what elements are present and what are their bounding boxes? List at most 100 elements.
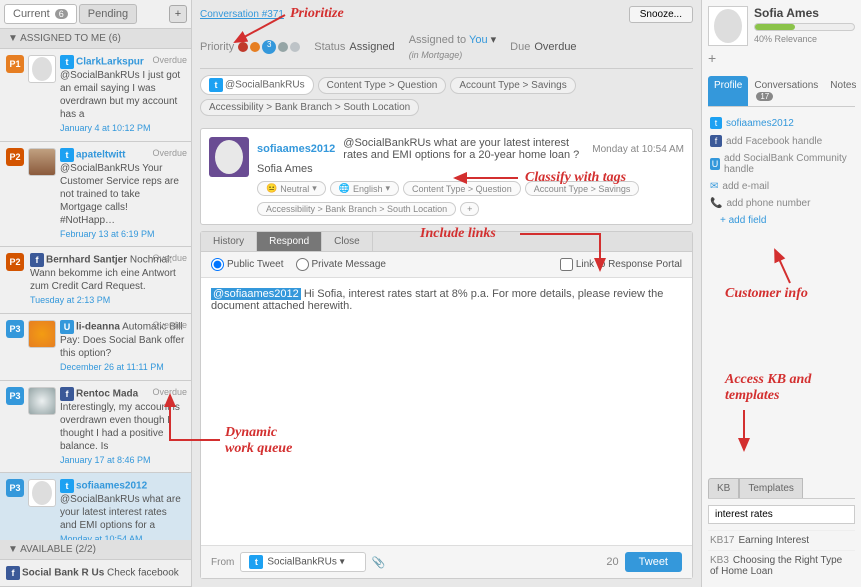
priority-badge: P2 [6,253,24,271]
conversation-body: sofiaames2012 @SocialBankRUs what are yo… [200,128,693,225]
profile-name: Sofia Ames [754,6,855,20]
queue-item[interactable]: P3 fRentoc Mada Interestingly, my accoun… [0,381,191,474]
email-icon: ✉ [710,181,718,192]
queue-item[interactable]: P3 Uli-deanna Automatic Bill Pay: Does S… [0,314,191,381]
facebook-icon: f [30,253,44,267]
twitter-icon: t [710,117,722,129]
response-options: Public Tweet Private Message Link to Res… [201,252,692,278]
avatar [28,55,56,83]
assigned-header: ▼ ASSIGNED TO ME (6) [0,29,191,49]
snooze-button[interactable]: Snooze... [629,6,693,23]
sentiment-pill[interactable]: 😐 Neutral ▾ [257,181,326,196]
avatar [28,320,56,348]
overdue-label: Overdue [152,387,187,397]
overdue-label: Overdue [152,55,187,65]
available-header: ▼ AVAILABLE (2/2) [0,540,191,560]
response-area: History Respond Close Public Tweet Priva… [200,231,693,579]
info-facebook[interactable]: fadd Facebook handle [710,135,853,147]
queue-item[interactable]: P2 fBernhard Santjer Nochmal: Wann bekom… [0,247,191,314]
kb-search-input[interactable] [708,505,855,524]
kb-item[interactable]: KB3Choosing the Right Type of Home Loan [708,550,855,581]
author-handle[interactable]: sofiaames2012 [257,143,335,155]
twitter-icon: t [60,148,74,162]
queue-item[interactable]: P2 tapateltwitt @SocialBankRUs Your Cust… [0,142,191,248]
tab-profile[interactable]: Profile [708,76,748,106]
priority-badge: P3 [6,387,24,405]
info-community[interactable]: Uadd SocialBank Community handle [710,153,853,175]
overdue-label: Overdue [152,148,187,158]
avatar [28,387,56,415]
language-pill[interactable]: 🌐 English ▾ [330,181,399,196]
tag-pill[interactable]: Account Type > Savings [450,77,575,94]
add-tag-button[interactable]: + [460,202,479,216]
tab-current[interactable]: Current 6 [4,4,77,24]
relevance-bar [754,23,855,31]
char-count: 20 [606,556,618,568]
queue-list: P1 tClarkLarkspur @SocialBankRUs I just … [0,49,191,540]
tab-kb[interactable]: KB [708,478,739,498]
tab-history[interactable]: History [201,232,257,251]
overdue-label: Overdue [152,253,187,263]
info-email[interactable]: ✉add e-mail [710,181,853,192]
response-textarea[interactable]: @sofiaames2012 Hi Sofia, interest rates … [201,278,692,545]
kb-item[interactable]: KB17Earning Interest [708,530,855,550]
meta-row: Priority 3 Status Assigned Assigned to Y… [200,29,693,69]
queue-item[interactable]: P1 tClarkLarkspur @SocialBankRUs I just … [0,49,191,142]
add-field[interactable]: + add field [710,215,853,226]
tag-pill[interactable]: Accessibility > Bank Branch > South Loca… [200,99,419,116]
profile-header: Sofia Ames 40% Relevance [708,6,855,46]
priority-badge: P2 [6,148,24,166]
info-twitter[interactable]: tsofiaames2012 [710,117,853,129]
priority-badge: P3 [6,479,24,497]
left-tabs: Current 6 Pending + [0,0,191,29]
tab-conversations[interactable]: Conversations 17 [748,76,824,106]
community-icon: U [60,320,74,334]
tag-pill[interactable]: t@SocialBankRUs [200,75,314,95]
left-panel: Current 6 Pending + ▼ ASSIGNED TO ME (6)… [0,0,192,587]
response-footer: From tSocialBankRUs ▾ 📎 20 Tweet [201,545,692,578]
tab-respond[interactable]: Respond [257,232,322,251]
tab-close[interactable]: Close [322,232,373,251]
community-icon: U [710,158,720,170]
tab-templates[interactable]: Templates [739,478,803,498]
info-phone[interactable]: 📞add phone number [710,198,853,209]
tag-pill[interactable]: Content Type > Question [403,181,521,196]
right-panel: Sofia Ames 40% Relevance + Profile Conve… [701,0,861,587]
info-list: tsofiaames2012 fadd Facebook handle Uadd… [708,111,855,232]
from-account-select[interactable]: tSocialBankRUs ▾ [240,552,365,572]
tag-pill[interactable]: Accessibility > Bank Branch > South Loca… [257,202,456,216]
tab-pending[interactable]: Pending [79,4,137,24]
twitter-icon: t [60,479,74,493]
radio-public[interactable]: Public Tweet [211,258,284,271]
facebook-icon: f [710,135,722,147]
attach-icon[interactable]: 📎 [372,556,386,569]
tag-pill[interactable]: Account Type > Savings [525,181,640,196]
assigned-to-link[interactable]: You [469,34,488,46]
tweet-button[interactable]: Tweet [625,552,682,572]
avatar [209,137,249,177]
phone-icon: 📞 [710,198,722,209]
add-queue-icon[interactable]: + [169,5,187,23]
overdue-label: Overdue [152,320,187,330]
kb-section: KB Templates KB17Earning Interest KB3Cho… [708,478,855,581]
queue-item[interactable]: P3 tsofiaames2012@SocialBankRUs what are… [0,473,191,540]
twitter-icon: t [209,78,223,92]
priority-dots[interactable]: 3 [238,40,300,54]
avatar [28,479,56,507]
twitter-icon: t [60,55,74,69]
tab-notes[interactable]: Notes [824,76,861,106]
top-tags-row: t@SocialBankRUs Content Type > Question … [200,69,693,122]
add-icon[interactable]: + [708,50,855,66]
avatar [708,6,748,46]
avatar [28,148,56,176]
tag-pill[interactable]: Content Type > Question [318,77,447,94]
facebook-icon: f [60,387,74,401]
facebook-icon: f [6,566,20,580]
conversation-link[interactable]: Conversation #371 [200,9,284,20]
radio-private[interactable]: Private Message [296,258,386,271]
queue-item[interactable]: fSocial Bank R Us Check facebook [0,560,191,587]
info-tabs: Profile Conversations 17 Notes [708,76,855,107]
checkbox-link-portal[interactable]: Link to Response Portal [560,258,682,271]
response-tabs: History Respond Close [201,232,692,252]
conversation-header: Conversation #371 Snooze... [200,0,693,29]
